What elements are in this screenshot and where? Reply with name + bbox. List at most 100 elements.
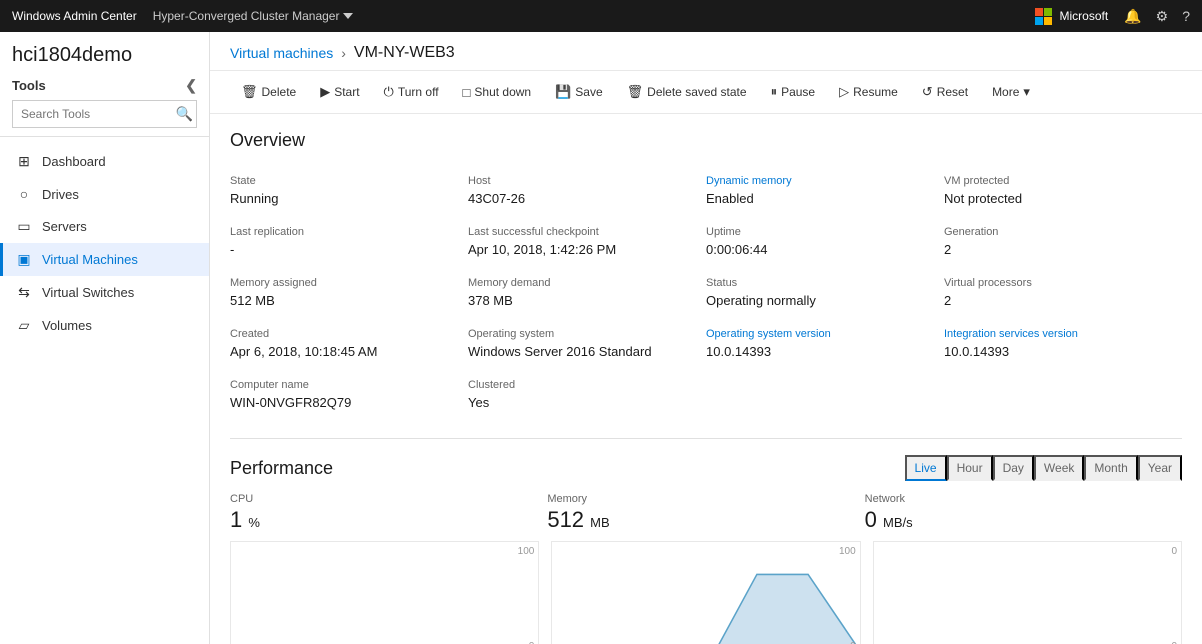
resume-label: Resume xyxy=(853,85,898,99)
memory-value: 512 MB xyxy=(547,507,852,533)
turn-off-button[interactable]: ⏻ Turn off xyxy=(373,77,450,107)
overview-memory-assigned: Memory assigned 512 MB xyxy=(230,269,468,320)
cpu-value: 1 % xyxy=(230,507,535,533)
pause-label: Pause xyxy=(781,85,815,99)
uptime-value: 0:00:06:44 xyxy=(706,242,932,257)
more-button[interactable]: More ▾ xyxy=(981,77,1041,107)
start-icon: ▶ xyxy=(320,84,330,100)
sidebar-item-dashboard[interactable]: ⊞ Dashboard xyxy=(0,145,209,178)
created-label: Created xyxy=(230,328,456,340)
os-value: Windows Server 2016 Standard xyxy=(468,344,694,359)
generation-value: 2 xyxy=(944,242,1170,257)
tab-day[interactable]: Day xyxy=(993,455,1034,481)
performance-title: Performance xyxy=(230,458,333,479)
sidebar-item-servers[interactable]: ▭ Servers xyxy=(0,210,209,243)
cpu-label: CPU xyxy=(230,493,535,505)
sidebar-item-virtual-switches[interactable]: ⇆ Virtual Switches xyxy=(0,276,209,309)
memory-demand-value: 378 MB xyxy=(468,293,694,308)
overview-host: Host 43C07-26 xyxy=(468,167,706,218)
search-input[interactable] xyxy=(12,100,197,128)
overview-state: State Running xyxy=(230,167,468,218)
breadcrumb-parent[interactable]: Virtual machines xyxy=(230,45,333,61)
turn-off-icon: ⏻ xyxy=(384,84,394,100)
shut-down-label: Shut down xyxy=(474,85,531,99)
memory-unit: MB xyxy=(590,515,610,530)
settings-icon[interactable]: ⚙ xyxy=(1156,8,1169,25)
turn-off-label: Turn off xyxy=(398,85,439,99)
last-checkpoint-value: Apr 10, 2018, 1:42:26 PM xyxy=(468,242,694,257)
volumes-icon: ▱ xyxy=(16,317,32,334)
tab-year[interactable]: Year xyxy=(1138,455,1182,481)
dynamic-memory-label[interactable]: Dynamic memory xyxy=(706,175,932,187)
tab-week[interactable]: Week xyxy=(1034,455,1084,481)
breadcrumb-current: VM-NY-WEB3 xyxy=(354,44,455,62)
uptime-label: Uptime xyxy=(706,226,932,238)
memory-label: Memory xyxy=(547,493,852,505)
host-value: 43C07-26 xyxy=(468,191,694,206)
clustered-label: Clustered xyxy=(468,379,694,391)
performance-metrics: CPU 1 % Memory 512 MB Network 0 MB/s xyxy=(230,493,1182,533)
overview-os-version: Operating system version 10.0.14393 xyxy=(706,320,944,371)
start-button[interactable]: ▶ Start xyxy=(309,77,370,107)
shut-down-button[interactable]: □ Shut down xyxy=(452,77,543,107)
memory-metric: Memory 512 MB xyxy=(547,493,864,533)
overview-uptime: Uptime 0:00:06:44 xyxy=(706,218,944,269)
os-version-value: 10.0.14393 xyxy=(706,344,932,359)
pause-button[interactable]: ⏸ Pause xyxy=(760,77,827,107)
overview-created: Created Apr 6, 2018, 10:18:45 AM xyxy=(230,320,468,371)
overview-os: Operating system Windows Server 2016 Sta… xyxy=(468,320,706,371)
dashboard-icon: ⊞ xyxy=(16,153,32,170)
cluster-selector[interactable]: Hyper-Converged Cluster Manager xyxy=(153,9,354,23)
host-label: Host xyxy=(468,175,694,187)
network-unit: MB/s xyxy=(883,515,913,530)
overview-empty-2 xyxy=(944,371,1182,422)
reset-button[interactable]: ↺ Reset xyxy=(911,77,979,107)
overview-empty-1 xyxy=(706,371,944,422)
tab-live[interactable]: Live xyxy=(905,455,947,481)
cpu-unit: % xyxy=(248,515,260,530)
computer-name-value: WIN-0NVGFR82Q79 xyxy=(230,395,456,410)
virtual-switches-icon: ⇆ xyxy=(16,284,32,301)
top-bar-icons: 🔔 ⚙ ? xyxy=(1124,8,1190,25)
network-chart-svg xyxy=(874,542,1181,644)
sidebar-header: hci1804demo Tools ❮ 🔍 xyxy=(0,32,209,137)
sidebar-item-volumes[interactable]: ▱ Volumes xyxy=(0,309,209,342)
created-value: Apr 6, 2018, 10:18:45 AM xyxy=(230,344,456,359)
save-button[interactable]: 💾 Save xyxy=(544,77,614,107)
sidebar-collapse-button[interactable]: ❮ xyxy=(185,77,197,94)
integration-version-value: 10.0.14393 xyxy=(944,344,1170,359)
delete-saved-state-button[interactable]: 🗑 Delete saved state xyxy=(616,77,758,107)
overview-memory-demand: Memory demand 378 MB xyxy=(468,269,706,320)
sidebar-item-drives[interactable]: ○ Drives xyxy=(0,178,209,210)
state-label: State xyxy=(230,175,456,187)
tab-hour[interactable]: Hour xyxy=(947,455,993,481)
delete-button[interactable]: 🗑 Delete xyxy=(230,77,307,107)
more-label: More xyxy=(992,85,1019,99)
overview-grid: State Running Host 43C07-26 Dynamic memo… xyxy=(230,167,1182,422)
save-label: Save xyxy=(575,85,602,99)
sidebar-item-virtual-machines[interactable]: ▣ Virtual Machines xyxy=(0,243,209,276)
search-container: 🔍 xyxy=(12,100,197,128)
sidebar-item-label: Volumes xyxy=(42,318,92,333)
network-label: Network xyxy=(865,493,1170,505)
charts-area: 100 0 60 Seconds ago Now 100 0 xyxy=(230,541,1182,644)
main-layout: hci1804demo Tools ❮ 🔍 ⊞ Dashboard ○ Driv… xyxy=(0,32,1202,644)
cpu-chart: 100 0 60 Seconds ago Now xyxy=(230,541,539,644)
vm-protected-label: VM protected xyxy=(944,175,1170,187)
resume-button[interactable]: ▷ Resume xyxy=(828,77,909,107)
memory-assigned-value: 512 MB xyxy=(230,293,456,308)
overview-integration-version: Integration services version 10.0.14393 xyxy=(944,320,1182,371)
sidebar: hci1804demo Tools ❮ 🔍 ⊞ Dashboard ○ Driv… xyxy=(0,32,210,644)
cpu-chart-svg xyxy=(231,542,538,644)
notification-icon[interactable]: 🔔 xyxy=(1124,8,1141,25)
integration-version-label[interactable]: Integration services version xyxy=(944,328,1170,340)
more-chevron-icon: ▾ xyxy=(1023,84,1030,100)
search-icon-button[interactable]: 🔍 xyxy=(176,106,193,123)
virtual-processors-value: 2 xyxy=(944,293,1170,308)
tab-month[interactable]: Month xyxy=(1084,455,1137,481)
microsoft-logo: Microsoft xyxy=(1035,8,1109,25)
help-icon[interactable]: ? xyxy=(1182,8,1190,24)
os-version-label[interactable]: Operating system version xyxy=(706,328,932,340)
pause-icon: ⏸ xyxy=(771,84,778,100)
cpu-metric: CPU 1 % xyxy=(230,493,547,533)
